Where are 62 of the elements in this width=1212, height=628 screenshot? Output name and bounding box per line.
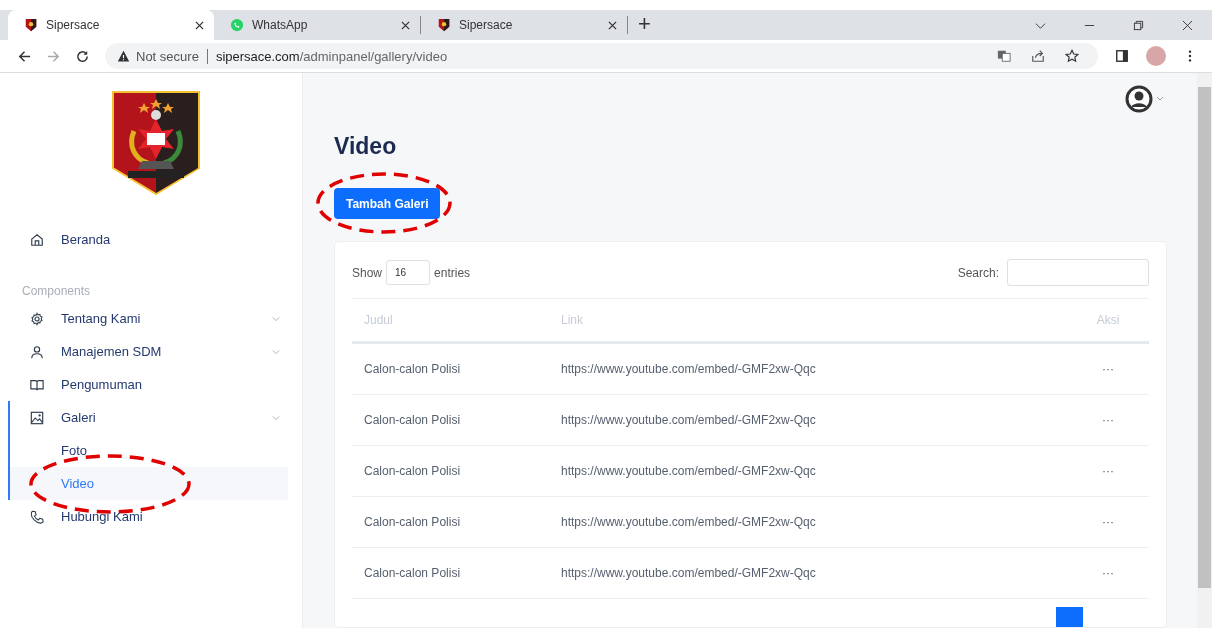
phone-icon xyxy=(30,509,44,524)
table-cell: https://www.youtube.com/embed/-GMF2xw-Qqc xyxy=(560,496,1067,548)
entries-label: entries xyxy=(434,265,471,280)
chevron-icon xyxy=(272,314,280,323)
show-label: Show xyxy=(352,265,383,280)
actions-button[interactable]: ··· xyxy=(1067,342,1149,395)
chevron-down-icon[interactable] xyxy=(1035,20,1046,31)
new-tab-button[interactable]: + xyxy=(628,10,661,40)
browser-tab[interactable]: WhatsApp xyxy=(214,10,420,40)
restore-icon[interactable] xyxy=(1133,20,1144,31)
table-cell: Calon-calon Polisi xyxy=(352,445,560,497)
submenu-item[interactable]: Video xyxy=(10,467,288,500)
sidebar-item[interactable]: Tentang Kami xyxy=(10,302,302,335)
sidebar-item[interactable]: Beranda xyxy=(0,223,302,256)
sidebar-item[interactable]: Galeri xyxy=(10,401,302,434)
security-label: Not secure xyxy=(136,48,199,64)
tab-title: Sipersace xyxy=(46,18,101,32)
actions-button[interactable]: ··· xyxy=(1067,547,1149,599)
shield-icon xyxy=(24,18,38,32)
entries-field[interactable]: 16 xyxy=(386,260,431,285)
search-label: Search: xyxy=(957,265,999,280)
chevron-icon xyxy=(272,347,280,356)
scrollbar[interactable] xyxy=(1197,73,1212,628)
submenu-item[interactable]: Foto xyxy=(10,434,288,467)
table-cell: https://www.youtube.com/embed/-GMF2xw-Qqc xyxy=(560,445,1067,497)
browser-tab[interactable]: Sipersace xyxy=(421,10,627,40)
table-cell: https://www.youtube.com/embed/-GMF2xw-Qqc xyxy=(560,547,1067,599)
book-icon xyxy=(30,377,44,392)
sidebar-item[interactable]: Hubungi Kami xyxy=(10,500,302,533)
table-cell: Calon-calon Polisi xyxy=(352,496,560,548)
gear-icon xyxy=(30,311,44,326)
close-icon[interactable] xyxy=(401,20,410,30)
table-cell: Calon-calon Polisi xyxy=(352,342,560,395)
actions-button[interactable]: ··· xyxy=(1067,394,1149,446)
search-field[interactable] xyxy=(1007,259,1149,286)
user-avatar-icon[interactable] xyxy=(1125,84,1165,113)
actions-button[interactable]: ··· xyxy=(1067,445,1149,497)
table-cell: Calon-calon Polisi xyxy=(352,394,560,446)
tab-title: WhatsApp xyxy=(252,18,309,32)
home-icon xyxy=(30,232,44,247)
section-heading: Components xyxy=(21,284,92,298)
browser-tab[interactable]: Sipersace xyxy=(8,10,214,40)
warning-icon xyxy=(117,49,130,63)
add-gallery-button[interactable]: Tambah Galeri xyxy=(334,188,441,219)
actions-button[interactable]: ··· xyxy=(1067,496,1149,548)
table-cell: https://www.youtube.com/embed/-GMF2xw-Qqc xyxy=(560,394,1067,446)
sidebar-item[interactable]: Manajemen SDM xyxy=(10,335,302,368)
page-title: Video xyxy=(334,132,398,161)
shield-icon xyxy=(437,18,451,32)
close-icon[interactable] xyxy=(1182,20,1193,31)
image-icon xyxy=(30,410,44,425)
table-cell: Calon-calon Polisi xyxy=(352,547,560,599)
address-bar[interactable]: Not secure sipersace.com/adminpanel/gallery/video xyxy=(105,43,1098,69)
table-cell: https://www.youtube.com/embed/-GMF2xw-Qqc xyxy=(560,342,1067,395)
chevron-icon xyxy=(272,413,280,422)
person-icon xyxy=(30,344,44,359)
close-icon[interactable] xyxy=(195,20,204,30)
sidebar-item[interactable]: Pengumuman xyxy=(10,368,302,401)
close-icon[interactable] xyxy=(608,20,617,30)
scrollbar-thumb[interactable] xyxy=(1198,87,1211,588)
url-text: sipersace.com/adminpanel/gallery/video xyxy=(215,48,448,64)
tab-title: Sipersace xyxy=(459,18,514,32)
